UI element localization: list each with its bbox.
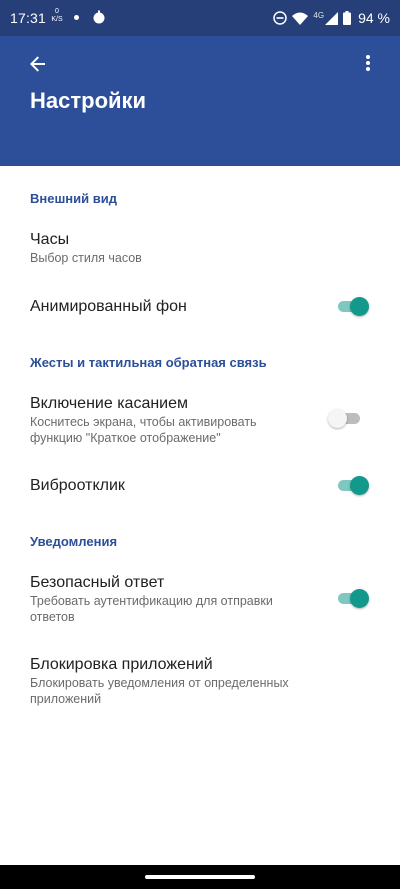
- switch-thumb: [328, 409, 347, 428]
- status-icons: 4G 94 %: [273, 9, 390, 27]
- navigation-bar: [0, 865, 400, 889]
- section-header-appearance: Внешний вид: [30, 191, 117, 206]
- do-not-disturb-icon: [273, 11, 288, 25]
- switch-thumb: [350, 297, 369, 316]
- setting-title: Безопасный ответ: [30, 574, 165, 591]
- setting-summary: Коснитесь экрана, чтобы активировать фун…: [30, 414, 320, 446]
- setting-summary: Блокировать уведомления от определенных …: [30, 675, 320, 707]
- setting-summary-line: Коснитесь экрана, чтобы активировать: [30, 415, 257, 429]
- net-speed-value: 0: [55, 8, 59, 15]
- setting-summary: Выбор стиля часов: [30, 251, 142, 265]
- section-header-gestures: Жесты и тактильная обратная связь: [30, 355, 267, 370]
- setting-title: Блокировка приложений: [30, 656, 213, 673]
- app-header: 17:31 0 K/S 4G 94 % Настройки: [0, 0, 400, 166]
- app-notification-icon: [93, 10, 105, 24]
- setting-summary: Требовать аутентификацию для отправки от…: [30, 593, 320, 625]
- notification-dot-icon: [74, 15, 79, 20]
- settings-screen: 17:31 0 K/S 4G 94 % Настройки Внешний ви…: [0, 0, 400, 889]
- switch-thumb: [350, 589, 369, 608]
- battery-icon: [343, 11, 352, 25]
- secure-reply-switch[interactable]: [336, 588, 369, 608]
- switch-thumb: [350, 476, 369, 495]
- page-title: Настройки: [30, 88, 147, 113]
- tap-to-wake-switch[interactable]: [328, 408, 362, 428]
- net-speed-unit: K/S: [51, 16, 63, 23]
- network-type-label: 4G: [313, 10, 325, 20]
- setting-title: Часы: [30, 231, 70, 248]
- haptic-feedback-switch[interactable]: [336, 475, 369, 495]
- setting-summary-line: функцию "Краткое отображение": [30, 431, 221, 445]
- animated-background-switch[interactable]: [336, 296, 369, 316]
- arrow-back-icon[interactable]: [24, 50, 52, 78]
- battery-percent: 94 %: [358, 10, 390, 26]
- wifi-icon: [292, 12, 309, 25]
- setting-summary-line: Блокировать уведомления от определенных: [30, 676, 289, 690]
- cell-signal-icon: [325, 11, 339, 25]
- setting-title: Анимированный фон: [30, 298, 187, 315]
- setting-summary-line: ответов: [30, 610, 75, 624]
- setting-title: Виброотклик: [30, 477, 125, 494]
- setting-summary-line: приложений: [30, 692, 102, 706]
- more-vert-icon[interactable]: [356, 50, 380, 78]
- status-time: 17:31: [10, 10, 47, 26]
- net-speed-indicator: 0 K/S: [51, 8, 63, 24]
- section-header-notifications: Уведомления: [30, 534, 118, 549]
- setting-summary-line: Требовать аутентификацию для отправки: [30, 594, 273, 608]
- setting-title: Включение касанием: [30, 395, 189, 412]
- status-bar: 17:31 0 K/S 4G 94 %: [0, 0, 400, 36]
- gesture-handle[interactable]: [145, 875, 255, 879]
